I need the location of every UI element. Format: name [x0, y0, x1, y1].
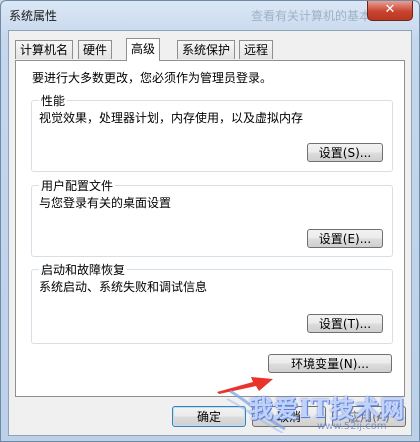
advanced-tab-panel: 要进行大多数更改，您必须作为管理员登录。 性能 视觉效果，处理器计划，内存使用，… [15, 60, 405, 397]
close-icon: ✕ [384, 2, 396, 17]
performance-description: 视觉效果，处理器计划，内存使用，以及虚拟内存 [39, 111, 304, 125]
window-title: 系统属性 [9, 9, 58, 23]
system-properties-window: 系统属性 查看有关计算机的基本信息 ✕ 计算机名 硬件 高级 系统保护 远程 要… [0, 0, 420, 442]
dialog-client-area: 计算机名 硬件 高级 系统保护 远程 要进行大多数更改，您必须作为管理员登录。 … [8, 30, 412, 436]
performance-settings-button[interactable]: 设置(S)... [307, 143, 383, 162]
user-profiles-settings-button[interactable]: 设置(E)... [307, 229, 383, 248]
watermark-text: 我爱IT技术网 [249, 394, 406, 423]
tab-remote[interactable]: 远程 [239, 40, 274, 59]
watermark: 我爱IT技术网 www.52ij.com [225, 383, 415, 439]
tab-computer-name[interactable]: 计算机名 [15, 40, 74, 59]
user-profiles-group-label: 用户配置文件 [39, 177, 116, 194]
tab-advanced[interactable]: 高级 [126, 38, 161, 61]
user-profiles-group: 用户配置文件 与您登录有关的桌面设置 设置(E)... [31, 177, 393, 257]
user-profiles-description: 与您登录有关的桌面设置 [39, 196, 172, 210]
title-bar[interactable]: 系统属性 查看有关计算机的基本信息 ✕ [1, 1, 419, 31]
environment-variables-button[interactable]: 环境变量(N)... [268, 354, 392, 373]
startup-recovery-description: 系统启动、系统失败和调试信息 [39, 280, 208, 294]
startup-recovery-settings-button[interactable]: 设置(T)... [307, 314, 383, 333]
performance-group-label: 性能 [39, 92, 68, 109]
watermark-url: www.52ij.com [317, 421, 387, 432]
close-button[interactable]: ✕ [367, 1, 413, 21]
performance-group: 性能 视觉效果，处理器计划，内存使用，以及虚拟内存 设置(S)... [31, 92, 393, 172]
tab-hardware[interactable]: 硬件 [78, 40, 113, 59]
tab-system-protection[interactable]: 系统保护 [177, 40, 236, 59]
admin-notice: 要进行大多数更改，您必须作为管理员登录。 [32, 71, 273, 85]
startup-recovery-group: 启动和故障恢复 系统启动、系统失败和调试信息 设置(T)... [31, 261, 393, 344]
startup-recovery-group-label: 启动和故障恢复 [39, 261, 128, 278]
